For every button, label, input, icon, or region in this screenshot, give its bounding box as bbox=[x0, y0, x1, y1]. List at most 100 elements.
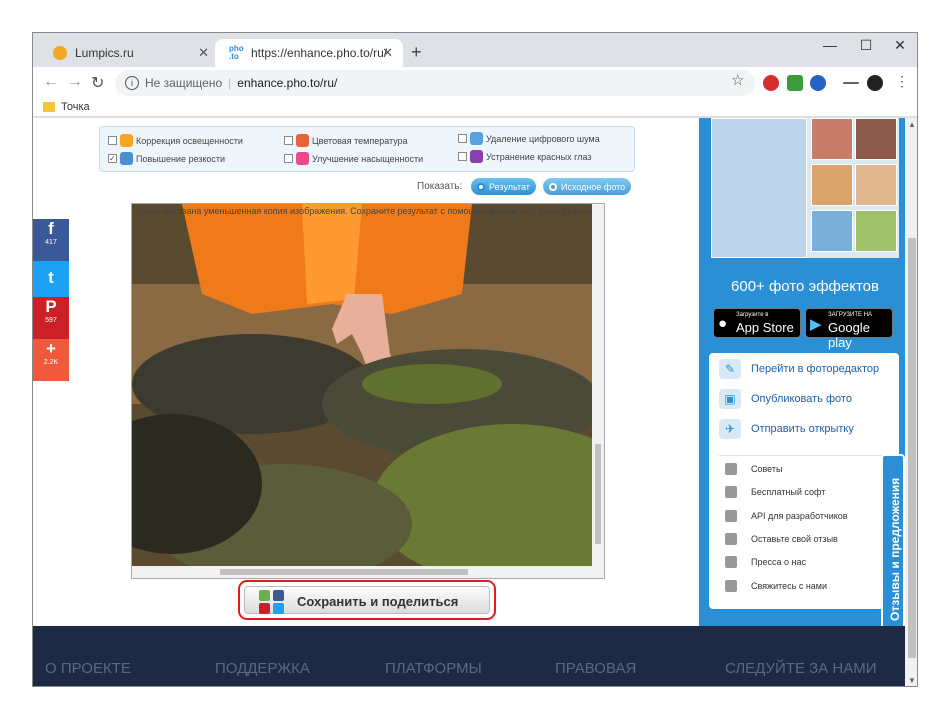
tab-title: https://enhance.pho.to/ru/ bbox=[251, 46, 388, 60]
enhance-options-panel: Коррекция освещенности Цветовая температ… bbox=[99, 126, 635, 172]
share-count: 2.2K bbox=[43, 359, 59, 366]
option-label: Удаление цифрового шума bbox=[486, 133, 600, 144]
separator: | bbox=[228, 76, 232, 90]
folder-icon bbox=[43, 102, 55, 112]
bookmarks-bar: Точка bbox=[33, 99, 917, 117]
tab-strip: Lumpics.ru ✕ pho .to https://enhance.pho.… bbox=[33, 33, 917, 67]
download-icon bbox=[259, 590, 270, 601]
profile-avatar[interactable] bbox=[867, 75, 883, 91]
forward-arrow-icon[interactable]: → bbox=[67, 73, 83, 91]
twitter-icon: t bbox=[48, 268, 54, 287]
option-label: Повышение резкости bbox=[136, 153, 226, 164]
link-send-card[interactable]: ✈ Отправить открытку bbox=[709, 419, 854, 439]
tips-icon bbox=[725, 463, 737, 475]
security-status: Не защищено bbox=[145, 76, 223, 90]
toggle-label: Результат bbox=[489, 181, 530, 192]
checkbox[interactable] bbox=[458, 152, 467, 161]
footer-about[interactable]: О ПРОЕКТЕ bbox=[45, 660, 131, 677]
share-count: 597 bbox=[45, 317, 57, 324]
tab-enhance[interactable]: pho .to https://enhance.pho.to/ru/ ✕ bbox=[215, 39, 403, 67]
checkbox[interactable] bbox=[108, 136, 117, 145]
publish-photo-icon: ▣ bbox=[719, 389, 741, 409]
image-vertical-scrollbar[interactable] bbox=[592, 204, 604, 566]
google-play-button[interactable]: ▶ ЗАГРУЗИТЕ НА Google play bbox=[805, 308, 893, 350]
pinterest-icon: P bbox=[45, 297, 57, 316]
scroll-thumb[interactable] bbox=[908, 238, 916, 658]
checkbox-checked[interactable]: ✓ bbox=[108, 154, 117, 163]
original-toggle[interactable]: Исходное фото bbox=[543, 178, 632, 195]
option-lighting[interactable]: Коррекция освещенности bbox=[108, 134, 243, 147]
link-publish-photo[interactable]: ▣ Опубликовать фото bbox=[709, 389, 852, 409]
result-toggle[interactable]: Результат bbox=[471, 178, 536, 195]
save-button-highlight: Сохранить и поделиться bbox=[238, 580, 496, 620]
link-contact[interactable]: Свяжитесь с нами bbox=[709, 580, 827, 592]
bookmark-tochka[interactable]: Точка bbox=[61, 101, 90, 113]
option-red-eye[interactable]: Устранение красных глаз bbox=[458, 150, 591, 163]
scroll-up-icon[interactable]: ▲ bbox=[905, 118, 917, 132]
share-count: 417 bbox=[45, 239, 57, 246]
footer: О ПРОЕКТЕ ПОДДЕРЖКА ПЛАТФОРМЫ ПРАВОВАЯ С… bbox=[33, 626, 905, 686]
link-free-software[interactable]: Бесплатный софт bbox=[709, 486, 825, 498]
share-pinterest-button[interactable]: P 597 bbox=[33, 297, 69, 339]
tab-lumpics[interactable]: Lumpics.ru ✕ bbox=[39, 39, 219, 67]
extension-check-icon[interactable] bbox=[787, 75, 803, 91]
bookmark-star-icon[interactable]: ☆ bbox=[731, 71, 744, 89]
apple-icon: ● bbox=[718, 315, 728, 332]
link-press[interactable]: Пресса о нас bbox=[709, 556, 806, 568]
send-card-icon: ✈ bbox=[719, 419, 741, 439]
sidebar-links: ✎ Перейти в фоторедактор ▣ Опубликовать … bbox=[709, 353, 899, 609]
info-icon[interactable]: i bbox=[125, 76, 139, 90]
extension-globe-icon[interactable] bbox=[810, 75, 826, 91]
link-api[interactable]: API для разработчиков bbox=[709, 510, 848, 522]
radio-icon bbox=[549, 182, 557, 191]
image-horizontal-scrollbar[interactable] bbox=[132, 566, 604, 578]
close-icon[interactable]: ✕ bbox=[198, 45, 209, 61]
menu-dots-icon[interactable]: ⋮ bbox=[895, 73, 909, 90]
review-icon bbox=[725, 533, 737, 545]
option-color-temp[interactable]: Цветовая температура bbox=[284, 134, 408, 147]
feedback-tab[interactable]: Отзывы и предложения bbox=[881, 454, 905, 634]
reading-list-icon[interactable] bbox=[843, 82, 859, 84]
footer-platforms[interactable]: ПЛАТФОРМЫ bbox=[385, 660, 482, 677]
link-tips[interactable]: Советы bbox=[709, 463, 782, 475]
link-review[interactable]: Оставьте свой отзыв bbox=[709, 533, 838, 545]
address-bar[interactable]: i Не защищено | enhance.pho.to/ru/ bbox=[115, 70, 755, 96]
image-preview: Здесь показана уменьшенная копия изображ… bbox=[131, 203, 605, 579]
close-icon[interactable]: ✕ bbox=[382, 45, 393, 61]
extension-red-icon[interactable] bbox=[763, 75, 779, 91]
play-icon: ▶ bbox=[810, 316, 822, 333]
plus-icon: + bbox=[46, 339, 56, 358]
result-photo bbox=[132, 204, 594, 566]
press-icon bbox=[725, 556, 737, 568]
app-store-button[interactable]: ● Загрузите в App Store bbox=[713, 308, 801, 338]
share-facebook-button[interactable]: f 417 bbox=[33, 219, 69, 261]
footer-legal[interactable]: ПРАВОВАЯ bbox=[555, 660, 636, 677]
footer-follow[interactable]: СЛЕДУЙТЕ ЗА НАМИ bbox=[725, 660, 877, 677]
close-window-button[interactable]: ✕ bbox=[885, 37, 915, 54]
denoise-icon bbox=[470, 132, 483, 145]
footer-support[interactable]: ПОДДЕРЖКА bbox=[215, 660, 310, 677]
maximize-button[interactable]: ☐ bbox=[851, 37, 881, 54]
page-scrollbar[interactable]: ▲ ▼ bbox=[905, 118, 917, 686]
option-sharpen[interactable]: ✓ Повышение резкости bbox=[108, 152, 225, 165]
checkbox[interactable] bbox=[458, 134, 467, 143]
tab-title: Lumpics.ru bbox=[75, 46, 134, 60]
scroll-down-icon[interactable]: ▼ bbox=[905, 674, 917, 686]
checkbox[interactable] bbox=[284, 154, 293, 163]
link-photo-editor[interactable]: ✎ Перейти в фоторедактор bbox=[709, 359, 879, 379]
facebook-icon bbox=[273, 590, 284, 601]
promo-image bbox=[711, 118, 899, 258]
option-denoise[interactable]: Удаление цифрового шума bbox=[458, 132, 600, 145]
minimize-button[interactable]: — bbox=[815, 37, 845, 53]
option-saturation[interactable]: Улучшение насыщенности bbox=[284, 152, 423, 165]
share-more-button[interactable]: + 2.2K bbox=[33, 339, 69, 381]
url-text: enhance.pho.to/ru/ bbox=[237, 76, 338, 90]
reload-icon[interactable]: ↻ bbox=[91, 73, 104, 93]
link-label: Перейти в фоторедактор bbox=[751, 363, 880, 375]
checkbox[interactable] bbox=[284, 136, 293, 145]
back-arrow-icon[interactable]: ← bbox=[43, 73, 59, 91]
lighting-icon bbox=[120, 134, 133, 147]
new-tab-button[interactable]: + bbox=[411, 42, 422, 63]
save-share-button[interactable]: Сохранить и поделиться bbox=[244, 586, 490, 614]
option-label: Устранение красных глаз bbox=[486, 151, 592, 162]
